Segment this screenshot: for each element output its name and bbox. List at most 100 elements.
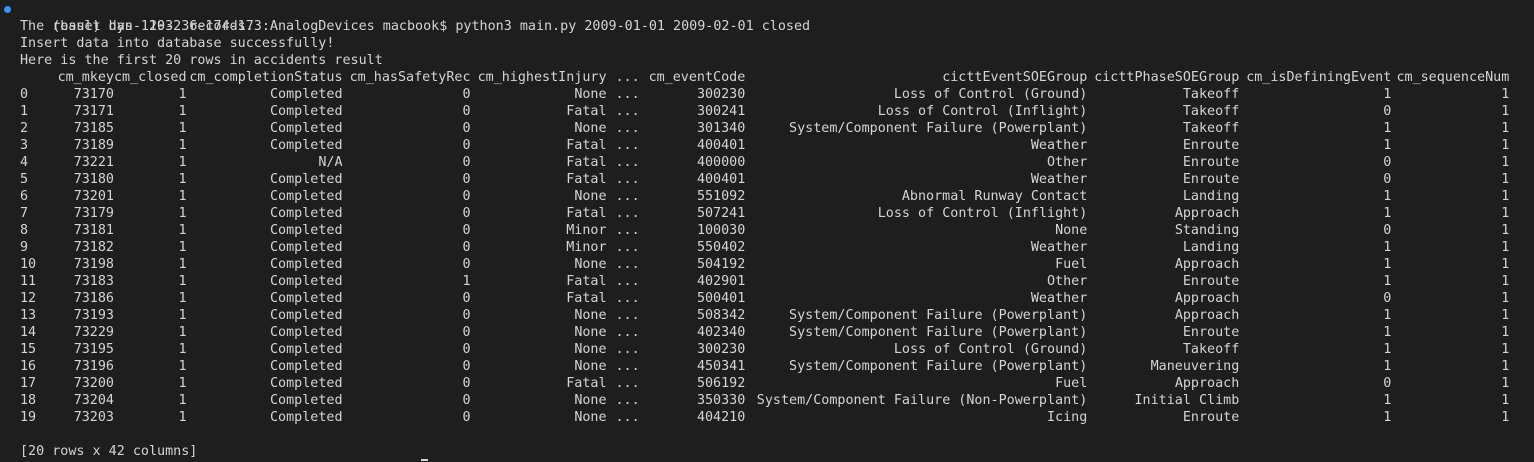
table-cell: 1	[1501, 325, 1510, 340]
column-header: cm_highestInjury	[477, 70, 607, 85]
table-cell: 1	[1383, 206, 1392, 221]
row-index-cell: 12	[20, 291, 37, 306]
table-row: 14 73229 1 Completed 0 None... 402340 System/Co…	[20, 324, 1509, 341]
table-cell: System/Component Failure (Powerplant)	[789, 325, 1088, 340]
table-cell: 73170	[73, 87, 114, 102]
table-cell: Fatal	[566, 206, 607, 221]
table-cell: ...	[615, 121, 640, 136]
row-index-cell: 1	[20, 104, 29, 119]
table-cell: Minor	[566, 223, 607, 238]
table-row: 1 73171 1 Completed 0 Fatal... 300241 Loss of C…	[20, 103, 1509, 120]
table-cell: Completed	[270, 308, 343, 323]
table-cell: 1	[178, 325, 187, 340]
table-cell: 300230	[696, 342, 746, 357]
table-cell: 1	[178, 240, 187, 255]
table-cell: ...	[615, 291, 640, 306]
terminal-cursor	[421, 459, 428, 461]
column-header: cicttEventSOEGroup	[942, 70, 1088, 85]
row-index-cell: 10	[20, 257, 37, 272]
table-cell: 0	[462, 325, 471, 340]
row-index-cell: 4	[20, 155, 29, 170]
table-cell: Completed	[270, 393, 343, 408]
table-cell: 0	[462, 172, 471, 187]
table-cell: 300241	[696, 104, 746, 119]
table-cell: ...	[615, 223, 640, 238]
table-cell: Completed	[270, 189, 343, 204]
table-cell: Completed	[270, 172, 343, 187]
table-cell: 1	[1501, 308, 1510, 323]
table-row: 2 73185 1 Completed 0 None... 301340 System/Com…	[20, 120, 1509, 137]
row-index-cell: 15	[20, 342, 37, 357]
table-cell: 0	[462, 121, 471, 136]
table-cell: ...	[615, 240, 640, 255]
table-row: 11 73183 1 Completed 1 Fatal... 402901 Other Enr…	[20, 273, 1509, 290]
table-cell: 402340	[696, 325, 746, 340]
table-cell: None	[574, 87, 607, 102]
table-cell: 450341	[696, 359, 746, 374]
table-cell: None	[574, 359, 607, 374]
table-cell: Fuel	[1055, 376, 1088, 391]
table-cell: System/Component Failure (Powerplant)	[789, 121, 1088, 136]
table-cell: 1	[178, 393, 187, 408]
table-cell: Fatal	[566, 172, 607, 187]
command-prompt-line: (base) dyn-129-236-174-173:AnalogDevices…	[0, 1, 1534, 34]
table-cell: ...	[615, 359, 640, 374]
table-cell: Completed	[270, 325, 343, 340]
table-cell: ...	[615, 325, 640, 340]
table-cell: 400401	[696, 138, 746, 153]
row-index-cell: 13	[20, 308, 37, 323]
table-cell: Initial Climb	[1134, 393, 1240, 408]
table-cell: Takeoff	[1182, 342, 1240, 357]
table-cell: 1	[178, 291, 187, 306]
table-cell: Fatal	[566, 376, 607, 391]
table-row: 4 73221 1 N/A 0 Fatal... 400000 Other Enroute 0 1	[20, 154, 1509, 171]
table-cell: 73180	[73, 172, 114, 187]
table-cell: 1	[178, 274, 187, 289]
table-row: 7 73179 1 Completed 0 Fatal... 507241 Loss of C…	[20, 205, 1509, 222]
table-cell: 73196	[73, 359, 114, 374]
table-cell: 0	[462, 138, 471, 153]
terminal-window[interactable]: (base) dyn-129-236-174-173:AnalogDevices…	[0, 0, 1534, 462]
output-footer: [20 rows x 42 columns]	[20, 444, 198, 459]
row-index-cell: 14	[20, 325, 37, 340]
table-cell: Landing	[1182, 189, 1240, 204]
table-row: 17 73200 1 Completed 0 Fatal... 506192 Fuel Appr…	[20, 375, 1509, 392]
command-status-dot-icon[interactable]	[4, 6, 11, 13]
table-cell: 1	[1383, 138, 1392, 153]
row-index-cell: 6	[20, 189, 29, 204]
table-cell: 1	[1501, 138, 1510, 153]
table-row: 13 73193 1 Completed 0 None... 508342 System/Co…	[20, 307, 1509, 324]
table-cell: 1	[1501, 257, 1510, 272]
table-cell: 1	[1501, 274, 1510, 289]
table-cell: 1	[1383, 308, 1392, 323]
table-cell: 0	[462, 223, 471, 238]
table-cell: Takeoff	[1182, 104, 1240, 119]
table-row: 19 73203 1 Completed 0 None... 404210 Icing Enro…	[20, 409, 1509, 426]
table-row: 16 73196 1 Completed 0 None... 450341 System/Co…	[20, 358, 1509, 375]
table-cell: 0	[462, 240, 471, 255]
column-header: cm_completionStatus	[189, 70, 343, 85]
table-cell: 1	[178, 410, 187, 425]
table-cell: Completed	[270, 87, 343, 102]
table-cell: 73221	[73, 155, 114, 170]
table-cell: 1	[178, 138, 187, 153]
table-cell: 0	[462, 376, 471, 391]
table-cell: 1	[462, 274, 471, 289]
table-cell: Weather	[1030, 138, 1088, 153]
table-cell: 1	[1501, 393, 1510, 408]
table-cell: None	[574, 410, 607, 425]
table-cell: Other	[1047, 155, 1088, 170]
column-header: ...	[615, 70, 640, 85]
table-cell: 506192	[696, 376, 746, 391]
table-cell: 1	[178, 87, 187, 102]
table-cell: Completed	[270, 342, 343, 357]
row-index-cell: 7	[20, 206, 29, 221]
column-header: cm_hasSafetyRec	[349, 70, 471, 85]
table-cell: 1	[178, 359, 187, 374]
table-cell: None	[574, 342, 607, 357]
table-cell: Enroute	[1182, 138, 1240, 153]
table-cell: Standing	[1174, 223, 1240, 238]
column-header: cm_closed	[114, 70, 187, 85]
table-cell: 73201	[73, 189, 114, 204]
table-cell: 0	[1383, 376, 1392, 391]
